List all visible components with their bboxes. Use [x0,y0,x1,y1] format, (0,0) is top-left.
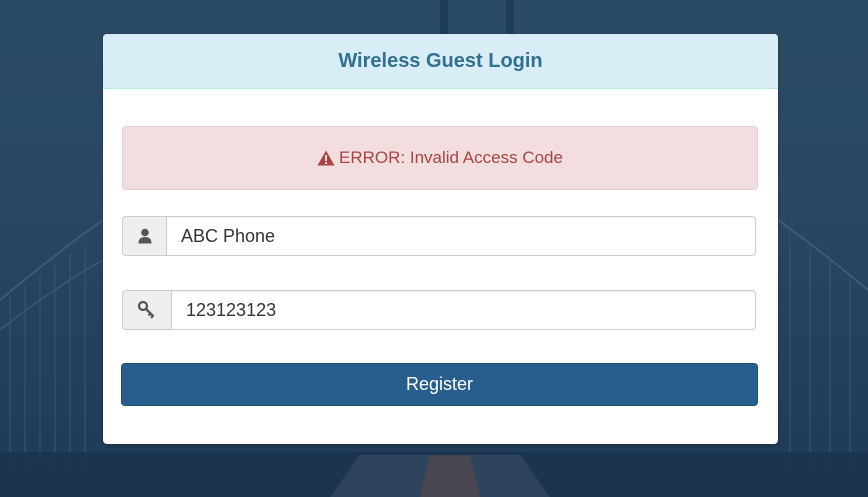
code-input-group [122,290,756,330]
error-message: ERROR: Invalid Access Code [339,148,563,167]
access-code-field[interactable] [171,290,756,330]
panel-title: Wireless Guest Login [338,49,543,72]
user-icon [122,216,166,256]
panel-heading: Wireless Guest Login [103,34,778,89]
register-button[interactable]: Register [121,363,758,406]
name-input-group [122,216,756,256]
key-icon [122,290,171,330]
error-alert: ERROR: Invalid Access Code [122,126,758,190]
warning-icon [317,150,335,166]
name-field[interactable] [166,216,756,256]
login-panel: Wireless Guest Login ERROR: Invalid Acce… [103,34,778,444]
